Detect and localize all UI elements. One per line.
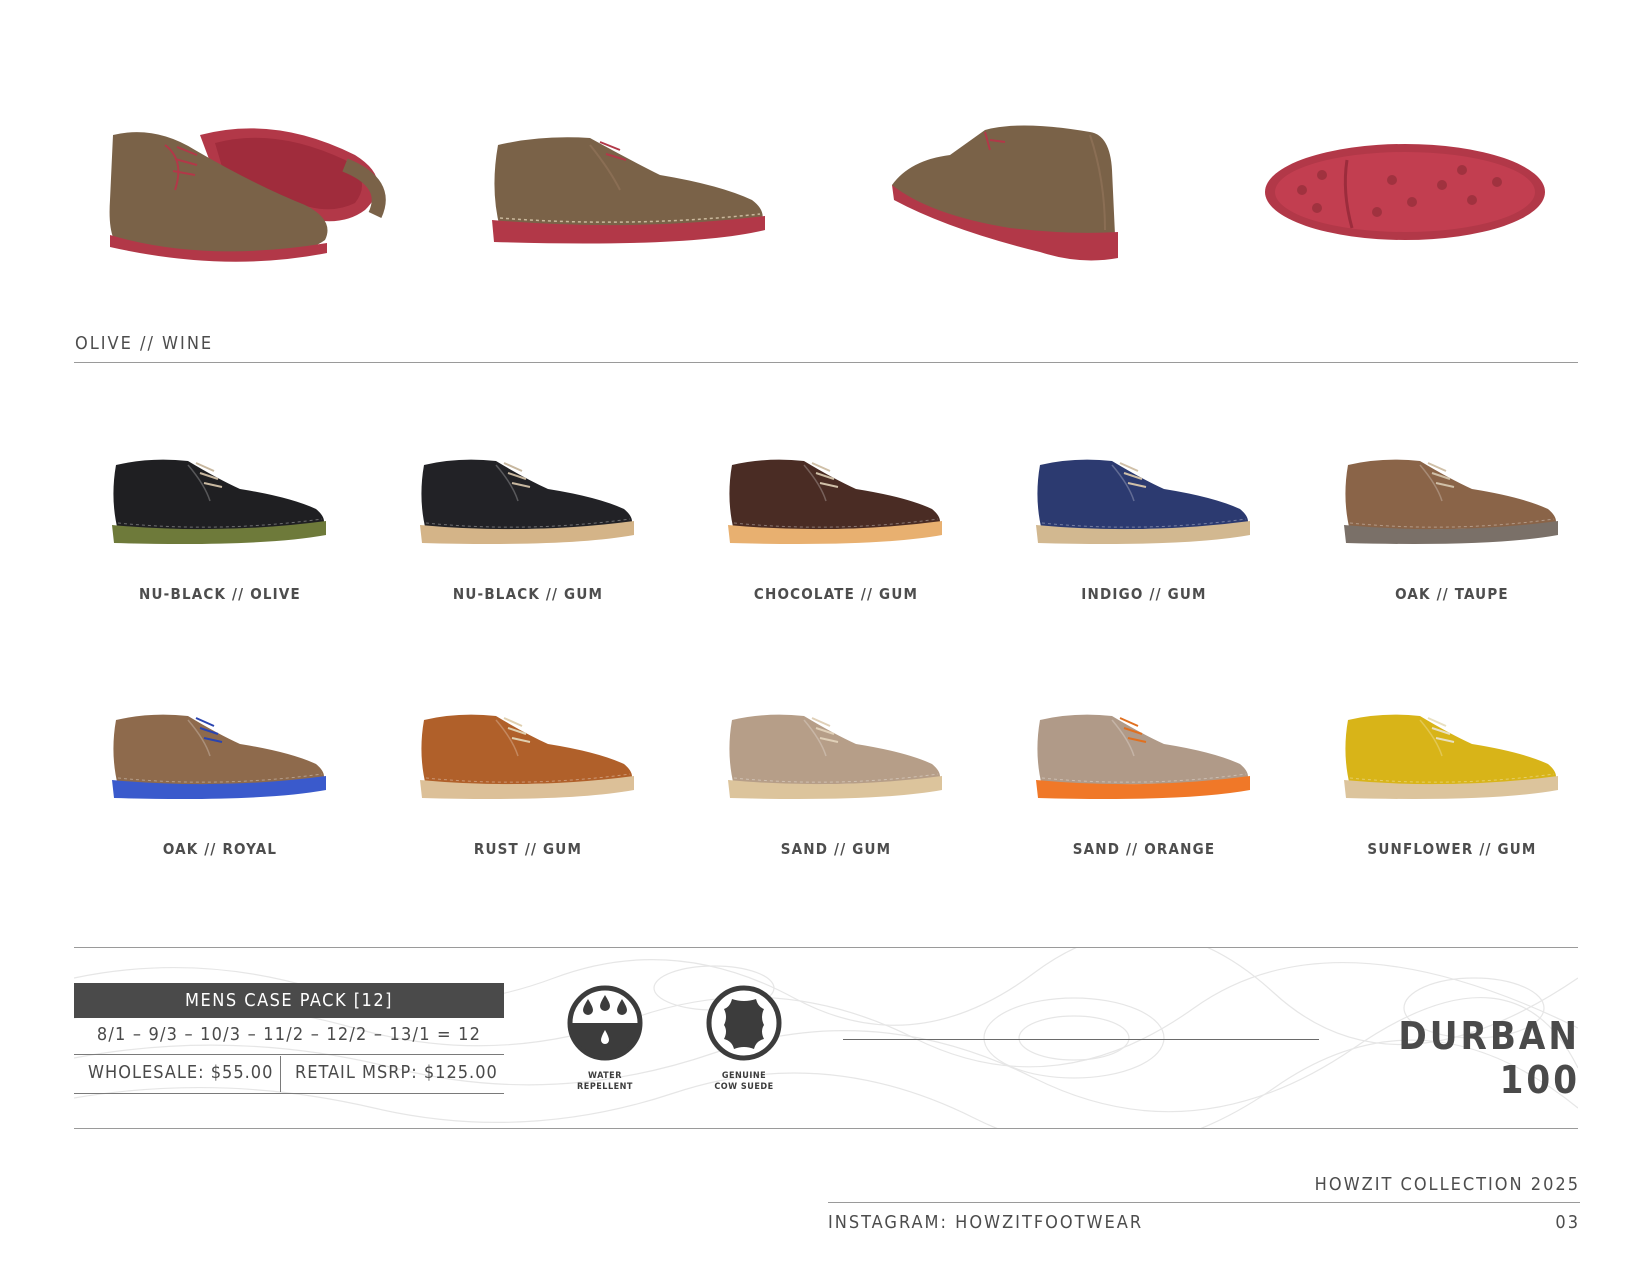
price-divider: [280, 1056, 281, 1092]
shoe-image: [726, 710, 946, 805]
model-name: DURBAN 100: [1398, 1014, 1580, 1102]
variant-row-2: OAK // ROYAL RUST // GUM SAND // GUM SAND /…: [0, 700, 1650, 865]
water-repellent-label: WATER REPELLENT: [577, 1071, 633, 1092]
featured-divider: [74, 362, 1578, 363]
shoe-image: [110, 455, 330, 550]
page-number: 03: [1555, 1212, 1580, 1233]
shoe-colorway-label: INDIGO // GUM: [1081, 585, 1207, 603]
case-pack-title: MENS CASE PACK [12]: [74, 983, 504, 1018]
shoe-colorway-label: OAK // TAUPE: [1395, 585, 1509, 603]
shoe-image: [1034, 710, 1254, 805]
case-pack-sizes: 8/1 – 9/3 – 10/3 – 11/2 – 12/2 – 13/1 = …: [96, 1024, 482, 1045]
shoe-colorway-label: OAK // ROYAL: [162, 840, 278, 858]
retail-price: RETAIL MSRP: $125.00: [295, 1062, 498, 1083]
spec-band-bottom-rule: [74, 1128, 1578, 1129]
shoe-image: [1342, 710, 1562, 805]
featured-shoe-pair: [105, 115, 395, 275]
case-pack-rule-2: [74, 1093, 504, 1094]
shoe-colorway-label: SAND // GUM: [780, 840, 892, 858]
shoe-image: [418, 455, 638, 550]
shoe-image: [418, 710, 638, 805]
shoe-image: [726, 455, 946, 550]
leather-hide-icon: [706, 985, 782, 1061]
shoe-image: [1342, 455, 1562, 550]
footer-rule: [828, 1202, 1580, 1203]
shoe-colorway-label: SUNFLOWER // GUM: [1367, 840, 1537, 858]
featured-colorway-label: OLIVE // WINE: [75, 333, 214, 354]
shoe-colorway-label: SAND // ORANGE: [1072, 840, 1216, 858]
wholesale-price: WHOLESALE: $55.00: [88, 1062, 274, 1083]
genuine-cow-suede-label: GENUINE COW SUEDE: [714, 1071, 774, 1092]
featured-shoe-rear: [890, 120, 1125, 270]
collection-title: HOWZIT COLLECTION 2025: [1314, 1174, 1580, 1195]
instagram-handle: INSTAGRAM: HOWZITFOOTWEAR: [828, 1212, 1144, 1233]
model-name-leader-rule: [843, 1039, 1319, 1040]
featured-shoe-sole: [1262, 140, 1548, 245]
shoe-colorway-label: CHOCOLATE // GUM: [753, 585, 919, 603]
featured-shoe-side: [490, 130, 770, 255]
shoe-image: [110, 710, 330, 805]
case-pack-rule-1: [74, 1054, 504, 1055]
shoe-colorway-label: RUST // GUM: [473, 840, 583, 858]
shoe-image: [1034, 455, 1254, 550]
variant-row-1: NU-BLACK // OLIVE NU-BLACK // GUM CHOCOLAT…: [0, 445, 1650, 610]
shoe-colorway-label: NU-BLACK // GUM: [452, 585, 604, 603]
shoe-colorway-label: NU-BLACK // OLIVE: [139, 585, 301, 603]
water-drops-icon: [567, 985, 643, 1061]
